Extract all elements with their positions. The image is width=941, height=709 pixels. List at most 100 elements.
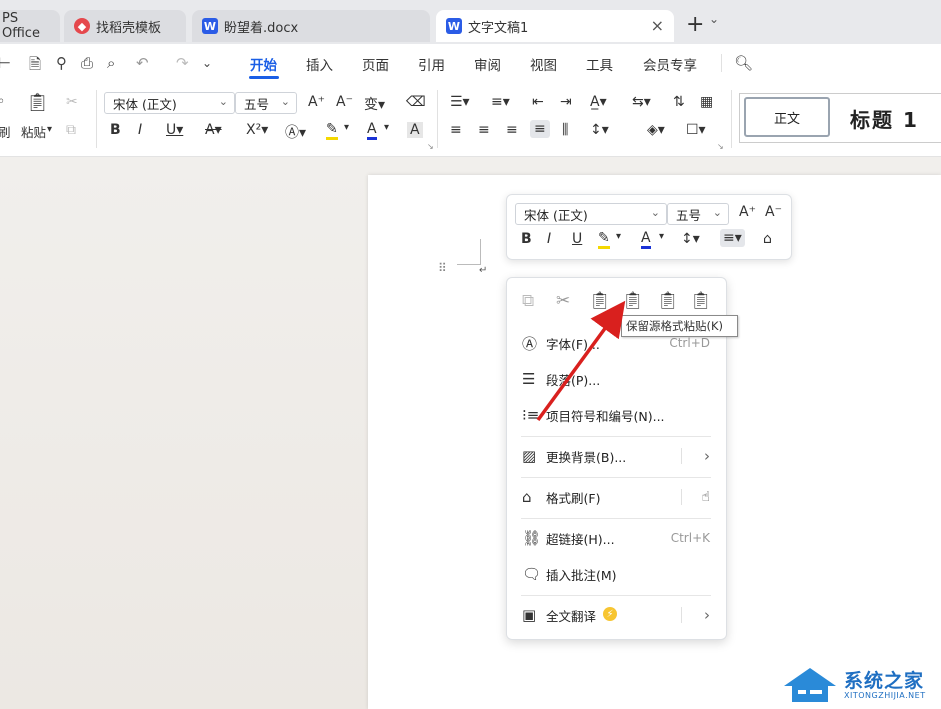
menu-item-translate[interactable]: ▣ 全文翻译 ⚡ › <box>507 598 726 632</box>
mini-font-name-select[interactable]: 宋体 (正文) ⌄ <box>515 203 667 225</box>
mini-underline-icon[interactable]: U <box>572 231 582 247</box>
tab-document-docx[interactable]: W 盼望着.docx <box>192 10 430 42</box>
font-color-dropdown-icon[interactable]: ▾ <box>384 122 389 133</box>
menu-home[interactable]: 开始 <box>250 54 277 74</box>
menu-tools[interactable]: 工具 <box>586 54 613 74</box>
tab-wps-office[interactable]: PS Office <box>0 10 60 42</box>
mini-align-icon[interactable]: ≡▾ <box>720 229 745 247</box>
close-tab-icon[interactable]: × <box>651 16 664 35</box>
watermark-title: 系统之家 <box>844 670 925 692</box>
menu-partial-icon[interactable]: ⊢ <box>0 54 11 72</box>
font-color-icon[interactable]: A <box>367 122 377 140</box>
quick-access-more-icon[interactable]: ⌄ <box>202 56 212 70</box>
drag-handle-icon[interactable]: ⠿ <box>438 261 447 275</box>
chinese-layout-icon[interactable]: A̲▾ <box>590 94 607 110</box>
shading-icon[interactable]: ◈▾ <box>647 122 665 138</box>
menu-item-bullets[interactable]: ⁝≡ 项目符号和编号(N)... <box>507 398 726 432</box>
tab-list-chevron-icon[interactable]: ⌄ <box>709 12 719 26</box>
align-left-icon[interactable]: ≡ <box>450 122 462 138</box>
save-icon[interactable]: 🗎 <box>29 54 41 79</box>
menu-view[interactable]: 视图 <box>530 54 557 74</box>
redo-icon[interactable]: ↷ <box>176 54 189 72</box>
paste-icon[interactable]: 📋︎ <box>589 291 611 311</box>
menu-item-background[interactable]: ▨ 更换背景(B)... › <box>507 439 726 473</box>
underline-icon[interactable]: U▾ <box>166 122 183 138</box>
format-painter-lock-icon[interactable]: ☝ <box>701 489 710 505</box>
char-shading-icon[interactable]: A <box>407 122 423 138</box>
cut-icon[interactable]: ✂ <box>66 94 78 110</box>
mini-line-spacing-icon[interactable]: ↕▾ <box>681 231 700 247</box>
bullet-list-icon[interactable]: ☰▾ <box>450 94 470 110</box>
bold-icon[interactable]: B <box>110 122 121 138</box>
mini-format-painter-icon[interactable]: ⌂ <box>763 231 772 247</box>
highlight-icon[interactable]: ✎ <box>326 122 338 140</box>
mini-bold-icon[interactable]: B <box>521 231 532 247</box>
format-painter-partial-icon[interactable]: ◦ <box>0 94 5 110</box>
share-icon[interactable]: ⚲ <box>56 54 67 72</box>
increase-indent-icon[interactable]: ⇥ <box>560 94 572 110</box>
tab-document-active[interactable]: W 文字文稿1 × <box>436 10 674 42</box>
distributed-icon[interactable]: ⫼ <box>562 122 568 138</box>
menu-member[interactable]: 会员专享 <box>643 54 697 74</box>
copy-icon[interactable]: ⧉ <box>522 291 534 311</box>
brush-label[interactable]: 刷 <box>0 122 11 141</box>
paste-special-icon[interactable]: 📋︎ <box>690 291 712 311</box>
menu-item-comment[interactable]: 🗨︎ 插入批注(M) <box>507 557 726 591</box>
show-marks-icon[interactable]: ▦ <box>700 94 713 110</box>
style-normal[interactable]: 正文 <box>744 97 830 137</box>
add-tab-icon[interactable]: + <box>686 12 704 37</box>
sort-direction-icon[interactable]: ⇆▾ <box>632 94 651 110</box>
highlight-dropdown-icon[interactable]: ▾ <box>344 122 349 133</box>
paste-icon[interactable]: 📋︎ <box>26 92 49 113</box>
paragraph-dialog-launcher-icon[interactable]: ↘ <box>717 142 724 151</box>
increase-font-icon[interactable]: A⁺ <box>308 94 325 110</box>
print-preview-icon[interactable]: ⌕ <box>107 54 115 72</box>
align-right-icon[interactable]: ≡ <box>506 122 518 138</box>
menu-item-hyperlink[interactable]: ⛓ 超链接(H)... Ctrl+K <box>507 521 726 555</box>
mini-font-size-select[interactable]: 五号 ⌄ <box>667 203 729 225</box>
divider <box>721 54 722 72</box>
superscript-icon[interactable]: X²▾ <box>246 122 268 138</box>
decrease-font-icon[interactable]: A⁻ <box>336 94 353 110</box>
decrease-indent-icon[interactable]: ⇤ <box>532 94 544 110</box>
menu-review[interactable]: 审阅 <box>474 54 501 74</box>
mini-highlight-dropdown-icon[interactable]: ▾ <box>616 231 621 242</box>
font-dialog-launcher-icon[interactable]: ↘ <box>427 142 434 151</box>
menu-item-paragraph[interactable]: ☰ 段落(P)... <box>507 362 726 396</box>
print-icon[interactable]: ⎙ <box>81 54 93 72</box>
paste-text-only-icon[interactable]: 📋︎ <box>657 291 679 311</box>
cut-icon[interactable]: ✂ <box>556 291 570 311</box>
style-heading-1[interactable]: 标题 1 <box>850 104 919 133</box>
search-icon[interactable]: 🔍︎ <box>734 54 753 72</box>
paste-dropdown-icon[interactable]: ▾ <box>47 124 52 135</box>
borders-icon[interactable]: ☐▾ <box>686 122 706 138</box>
clear-format-icon[interactable]: ⌫ <box>406 94 426 110</box>
menu-insert[interactable]: 插入 <box>306 54 333 74</box>
text-effect-icon[interactable]: Ⓐ▾ <box>285 122 306 142</box>
mini-font-color-icon[interactable]: A <box>641 231 651 249</box>
numbered-list-icon[interactable]: ≡▾ <box>491 94 510 110</box>
menu-item-format-painter[interactable]: ⌂ 格式刷(F) ☝ <box>507 480 726 514</box>
mini-increase-font-icon[interactable]: A⁺ <box>739 204 756 220</box>
align-center-icon[interactable]: ≡ <box>478 122 490 138</box>
strikethrough-icon[interactable]: A▾ <box>205 122 222 138</box>
menu-item-label: 项目符号和编号(N)... <box>546 408 665 424</box>
font-name-select[interactable]: 宋体 (正文) ⌄ <box>104 92 235 114</box>
italic-icon[interactable]: I <box>138 122 142 138</box>
tab-template[interactable]: ◆ 找稻壳模板 <box>64 10 186 42</box>
sort-icon[interactable]: ⇅ <box>673 94 685 110</box>
line-spacing-icon[interactable]: ↕▾ <box>590 122 609 138</box>
paste-keep-format-icon[interactable]: 📋︎ <box>622 291 644 311</box>
font-size-select[interactable]: 五号 ⌄ <box>235 92 297 114</box>
justify-icon[interactable]: ≡ <box>530 120 550 138</box>
paste-button[interactable]: 粘贴 <box>21 122 46 141</box>
mini-italic-icon[interactable]: I <box>547 231 551 247</box>
menu-references[interactable]: 引用 <box>418 54 445 74</box>
menu-page[interactable]: 页面 <box>362 54 389 74</box>
undo-icon[interactable]: ↶ <box>136 54 149 72</box>
mini-font-color-dropdown-icon[interactable]: ▾ <box>659 231 664 242</box>
phonetic-guide-icon[interactable]: 变▾ <box>364 94 385 114</box>
mini-highlight-icon[interactable]: ✎ <box>598 231 610 249</box>
copy-icon[interactable]: ⧉ <box>66 122 76 138</box>
mini-decrease-font-icon[interactable]: A⁻ <box>765 204 782 220</box>
